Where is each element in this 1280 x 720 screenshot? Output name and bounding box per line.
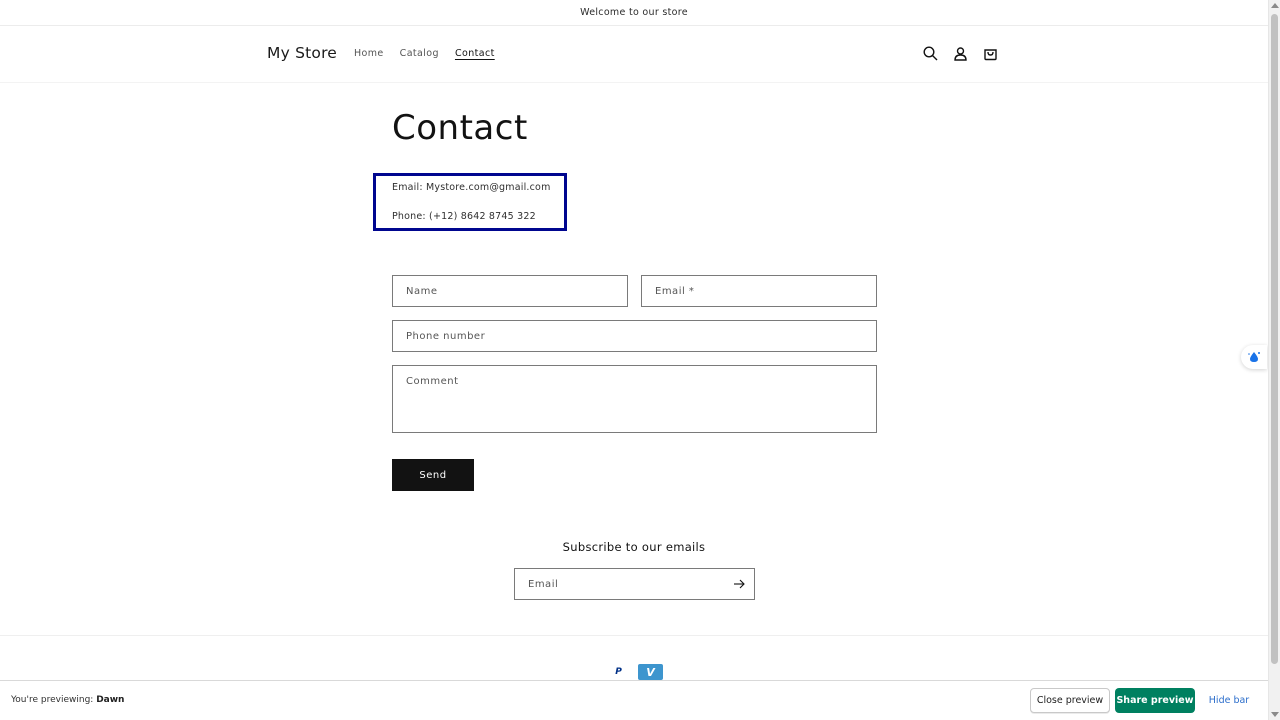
share-preview-button[interactable]: Share preview	[1115, 688, 1195, 713]
subscribe-title: Subscribe to our emails	[562, 540, 706, 554]
announcement-text: Welcome to our store	[580, 7, 688, 18]
phone-field[interactable]: Phone number	[392, 320, 877, 352]
search-icon[interactable]	[921, 44, 939, 62]
scroll-up-icon[interactable]	[1271, 3, 1279, 8]
preview-status: You're previewing: Dawn	[11, 695, 124, 705]
email-field[interactable]: Email *	[641, 275, 877, 307]
phone-placeholder: Phone number	[406, 330, 486, 342]
name-field[interactable]: Name	[392, 275, 628, 307]
hide-bar-button[interactable]: Hide bar	[1206, 688, 1252, 713]
announcement-bar: Welcome to our store	[0, 0, 1268, 26]
nav-contact[interactable]: Contact	[455, 48, 495, 59]
contact-phone: Phone: (+12) 8642 8745 322	[392, 211, 536, 222]
send-button[interactable]: Send	[392, 459, 474, 491]
cart-icon[interactable]	[981, 44, 999, 62]
nav-home[interactable]: Home	[354, 48, 384, 59]
email-placeholder: Email *	[655, 285, 695, 297]
header-icons	[921, 44, 999, 62]
account-icon[interactable]	[951, 44, 969, 62]
nav-catalog[interactable]: Catalog	[400, 48, 439, 59]
site-header: My Store Home Catalog Contact	[0, 27, 1268, 83]
preview-theme-name: Dawn	[96, 695, 125, 705]
contact-email: Email: Mystore.com@gmail.com	[392, 182, 551, 193]
name-placeholder: Name	[406, 285, 438, 297]
preview-prefix: You're previewing:	[11, 695, 97, 705]
scrollbar-thumb[interactable]	[1271, 14, 1278, 664]
venmo-icon: V	[638, 664, 663, 680]
main-nav: Home Catalog Contact	[354, 48, 495, 59]
newsletter-email-input[interactable]: Email	[514, 568, 755, 600]
page-scrollbar[interactable]	[1268, 0, 1280, 720]
arrow-right-icon[interactable]	[731, 576, 747, 592]
preview-bar: You're previewing: Dawn Close preview Sh…	[0, 680, 1268, 720]
close-preview-button[interactable]: Close preview	[1030, 688, 1110, 713]
droplet-widget-icon[interactable]	[1241, 345, 1267, 369]
comment-placeholder: Comment	[406, 376, 459, 387]
page-title: Contact	[392, 108, 528, 148]
store-logo[interactable]: My Store	[267, 44, 337, 62]
paypal-icon: P	[615, 666, 622, 677]
scroll-down-icon[interactable]	[1271, 712, 1279, 717]
comment-field[interactable]: Comment	[392, 365, 877, 433]
newsletter-placeholder: Email	[528, 578, 559, 590]
